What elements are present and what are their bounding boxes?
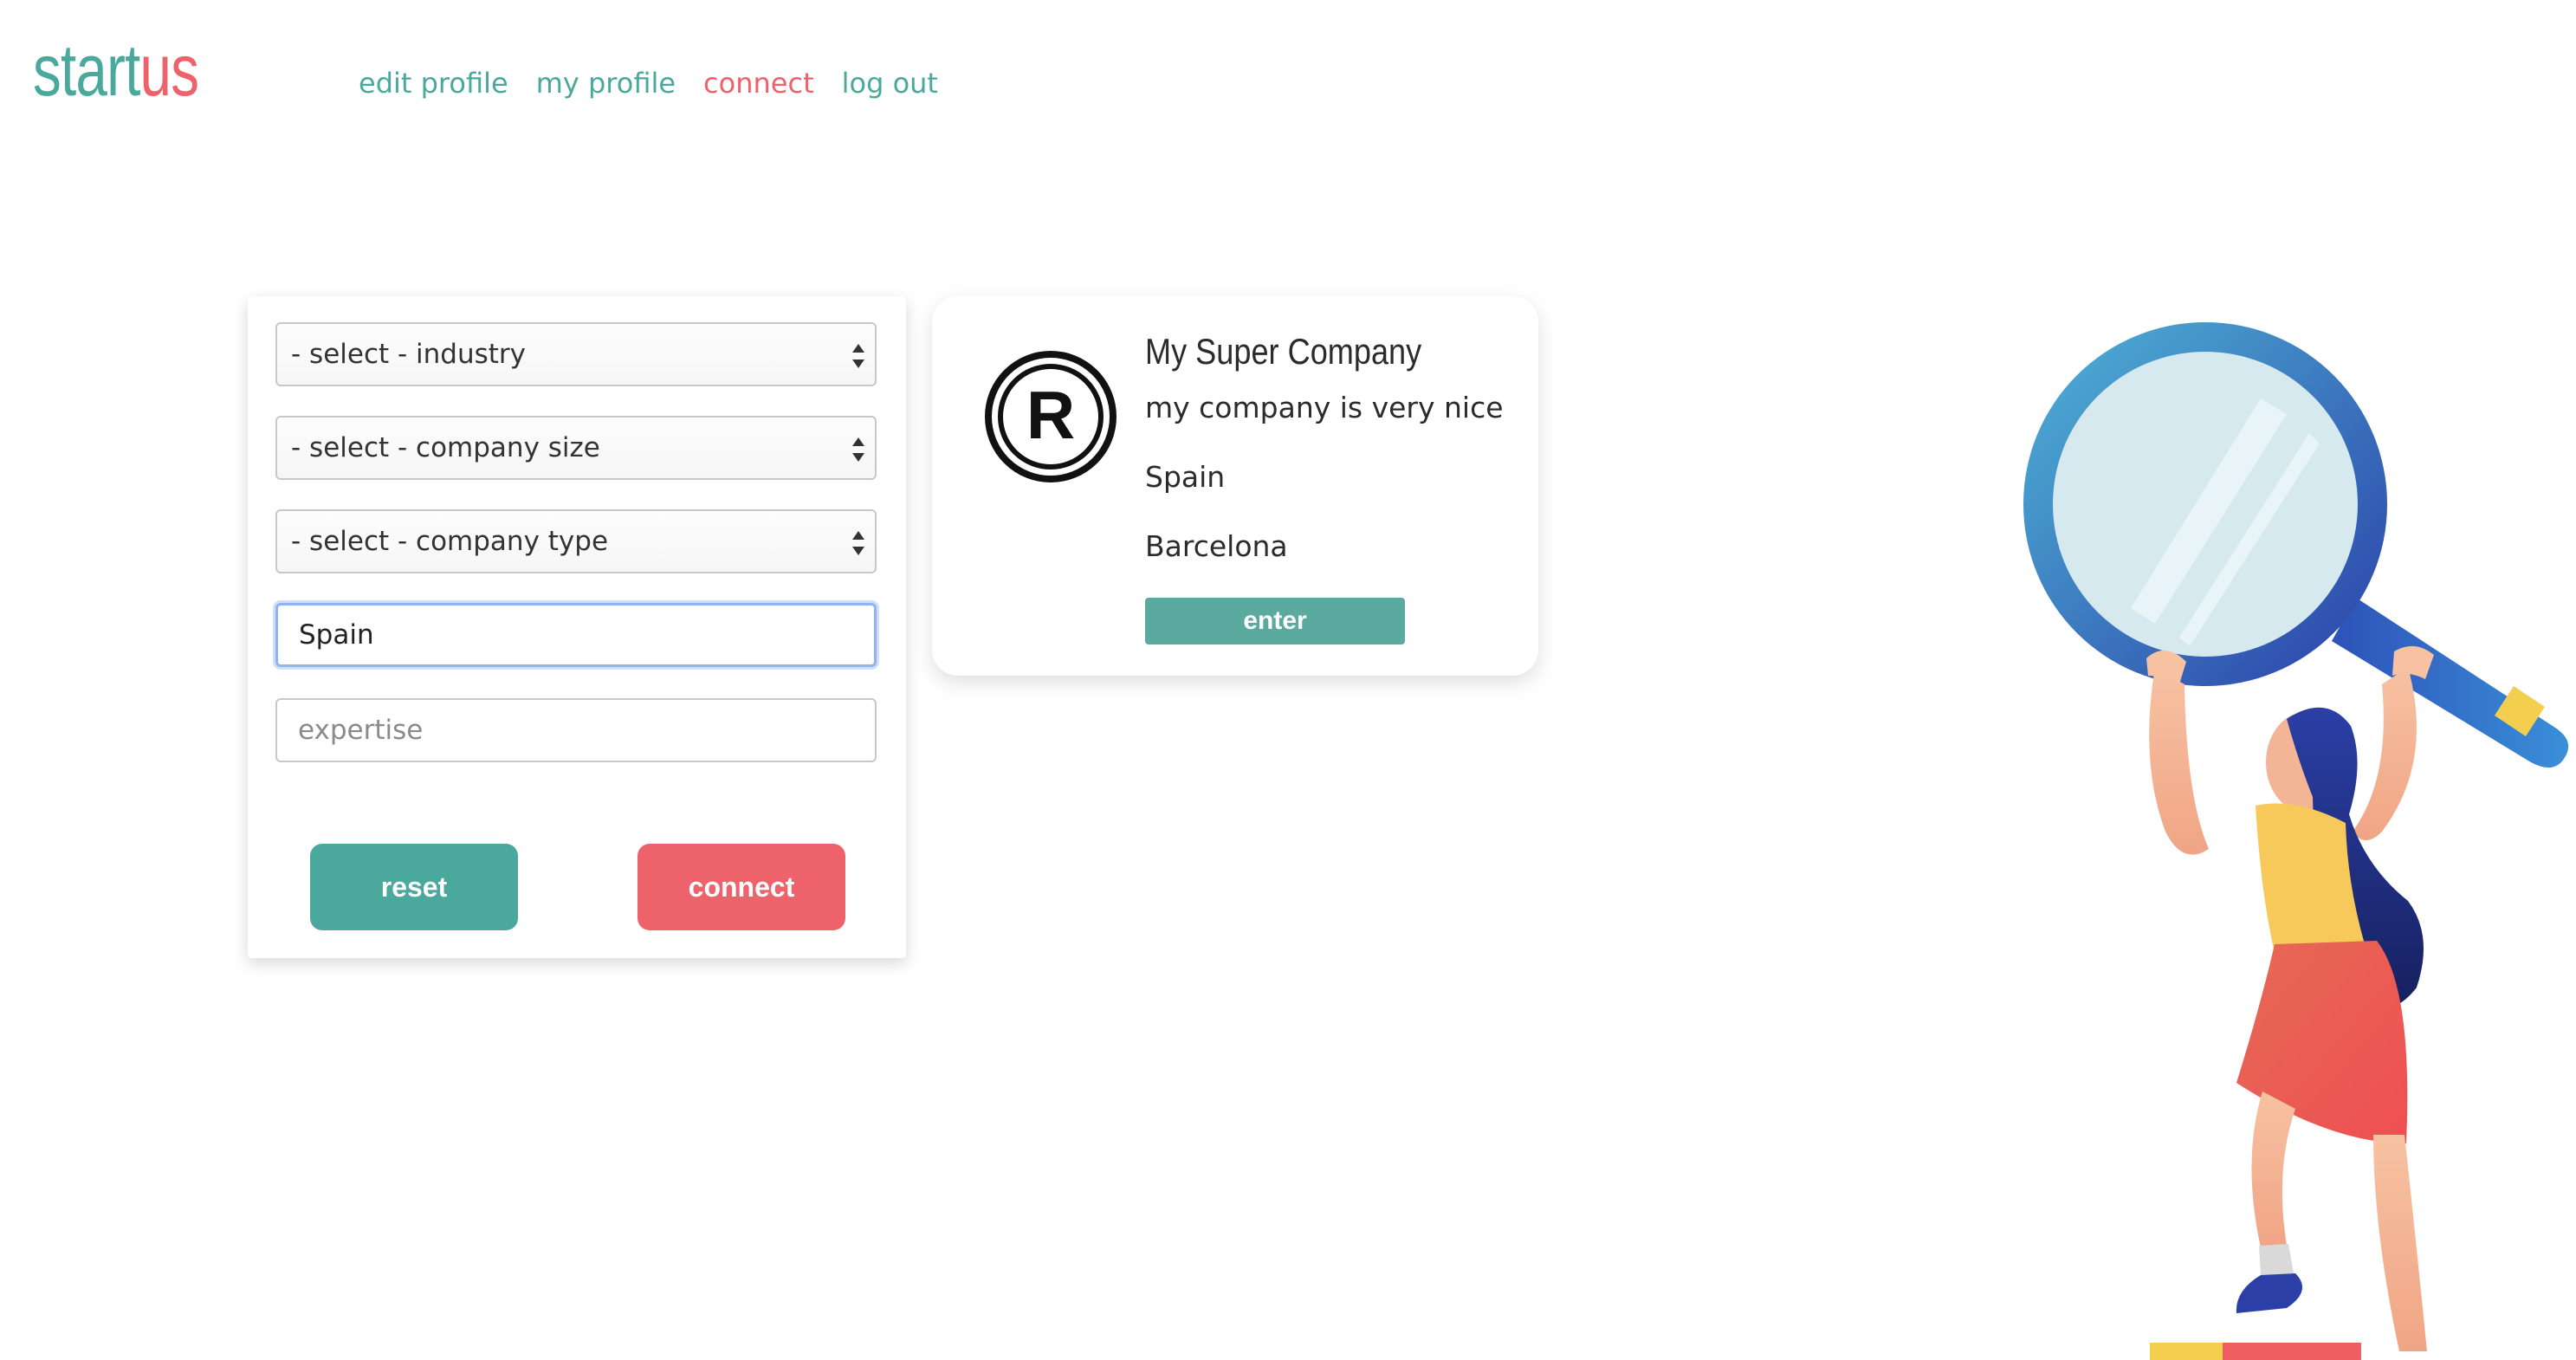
company-name: My Super Company bbox=[1145, 331, 1422, 372]
top-nav: edit profile my profile connect log out bbox=[359, 64, 938, 102]
company-country: Spain bbox=[1145, 460, 1226, 494]
company-size-select-value: - select - company size bbox=[291, 432, 600, 463]
company-description: my company is very nice bbox=[1145, 391, 1504, 424]
company-type-select-value: - select - company type bbox=[291, 526, 609, 557]
magnifier-lens bbox=[2023, 322, 2387, 686]
location-input[interactable]: Spain bbox=[275, 603, 877, 667]
nav-log-out[interactable]: log out bbox=[842, 64, 938, 102]
reset-button[interactable]: reset bbox=[310, 844, 518, 930]
company-card: R My Super Company my company is very ni… bbox=[932, 296, 1538, 676]
select-arrows-icon bbox=[851, 437, 864, 463]
expertise-placeholder: expertise bbox=[298, 715, 424, 746]
nav-my-profile[interactable]: my profile bbox=[536, 64, 676, 102]
select-arrows-icon bbox=[851, 343, 864, 369]
expertise-input[interactable]: expertise bbox=[275, 698, 877, 762]
nav-connect[interactable]: connect bbox=[703, 64, 814, 102]
company-city: Barcelona bbox=[1145, 529, 1288, 563]
magnifier-handle bbox=[2332, 598, 2569, 768]
nav-edit-profile[interactable]: edit profile bbox=[359, 64, 508, 102]
logo-part-start: start bbox=[33, 29, 140, 111]
industry-select-value: - select - industry bbox=[291, 339, 527, 370]
filter-panel: - select - industry - select - company s… bbox=[248, 296, 906, 958]
company-logo-letter: R bbox=[1026, 377, 1075, 453]
enter-button[interactable]: enter bbox=[1145, 598, 1405, 644]
registered-trademark-logo-icon: R bbox=[985, 351, 1116, 482]
startus-logo[interactable]: startus bbox=[33, 29, 199, 111]
location-input-value: Spain bbox=[299, 619, 374, 651]
connect-button[interactable]: connect bbox=[638, 844, 845, 930]
company-size-select[interactable]: - select - company size bbox=[275, 416, 877, 480]
company-type-select[interactable]: - select - company type bbox=[275, 509, 877, 573]
logo-part-us: us bbox=[139, 29, 199, 111]
select-arrows-icon bbox=[851, 530, 864, 556]
woman-with-magnifier-illustration bbox=[2023, 322, 2569, 1360]
industry-select[interactable]: - select - industry bbox=[275, 322, 877, 386]
